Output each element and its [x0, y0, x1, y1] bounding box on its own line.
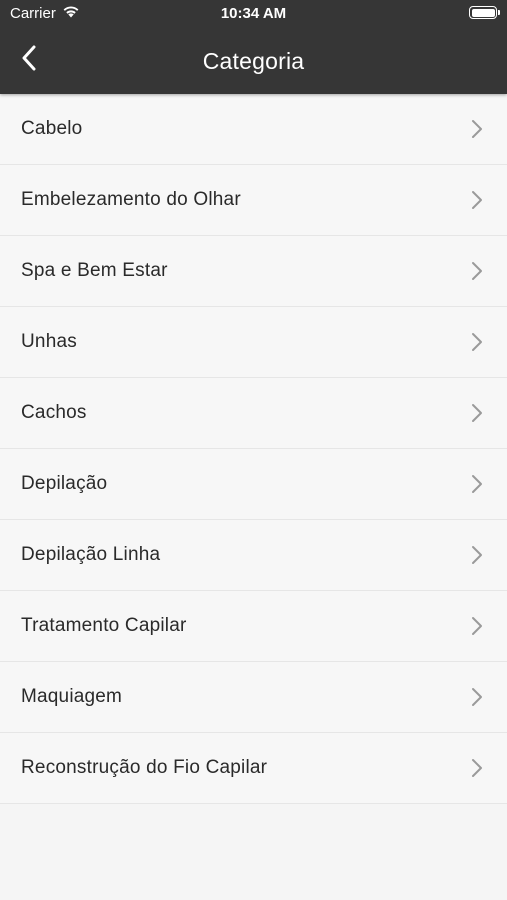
category-label: Tratamento Capilar — [21, 615, 187, 636]
category-label: Cachos — [21, 402, 87, 423]
chevron-right-icon — [471, 758, 485, 778]
page-title: Categoria — [202, 48, 305, 74]
list-item[interactable]: Reconstrução do Fio Capilar — [0, 733, 507, 804]
list-item[interactable]: Maquiagem — [0, 662, 507, 733]
category-label: Embelezamento do Olhar — [21, 189, 241, 210]
chevron-right-icon — [471, 474, 485, 494]
chevron-right-icon — [471, 119, 485, 139]
chevron-right-icon — [471, 545, 485, 565]
category-label: Maquiagem — [21, 686, 123, 707]
category-label: Depilação — [21, 473, 108, 494]
status-bar: Carrier 10:34 AM — [0, 0, 507, 28]
category-label: Cabelo — [21, 118, 83, 139]
category-label: Spa e Bem Estar — [21, 260, 168, 281]
chevron-right-icon — [471, 616, 485, 636]
app-header: Carrier 10:34 AM Categoria — [0, 0, 507, 94]
category-label: Reconstrução do Fio Capilar — [21, 757, 268, 778]
chevron-right-icon — [471, 403, 485, 423]
nav-bar: Categoria — [0, 28, 507, 94]
list-item[interactable]: Depilação — [0, 449, 507, 520]
chevron-right-icon — [471, 190, 485, 210]
category-list: Cabelo Embelezamento do Olhar Spa e Bem Es… — [0, 94, 507, 804]
list-item[interactable]: Unhas — [0, 307, 507, 378]
category-label: Unhas — [21, 331, 77, 352]
list-item[interactable]: Spa e Bem Estar — [0, 236, 507, 307]
list-item[interactable]: Tratamento Capilar — [0, 591, 507, 662]
list-item[interactable]: Cachos — [0, 378, 507, 449]
list-item[interactable]: Depilação Linha — [0, 520, 507, 591]
chevron-right-icon — [471, 261, 485, 281]
battery-icon — [469, 6, 500, 19]
status-time: 10:34 AM — [220, 5, 287, 22]
category-label: Depilação Linha — [21, 544, 161, 565]
list-item[interactable]: Cabelo — [0, 94, 507, 165]
chevron-right-icon — [471, 332, 485, 352]
list-item[interactable]: Embelezamento do Olhar — [0, 165, 507, 236]
chevron-right-icon — [471, 687, 485, 707]
